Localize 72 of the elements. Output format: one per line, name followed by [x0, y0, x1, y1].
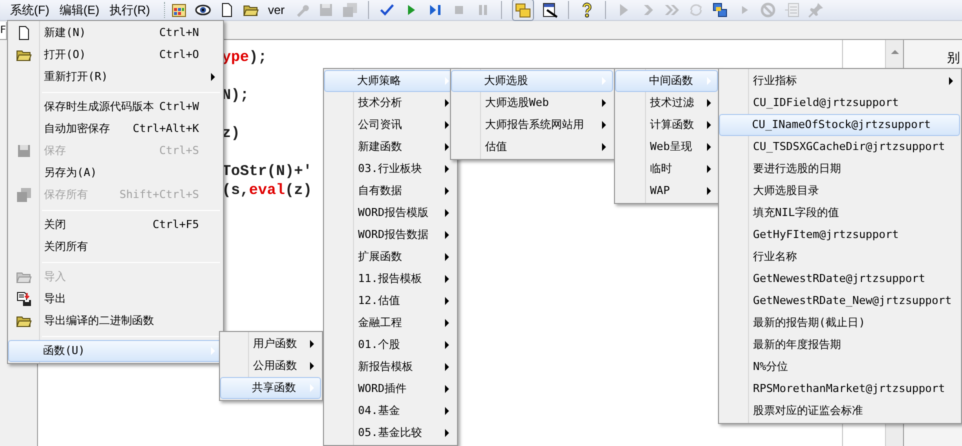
menu-item[interactable]: WORD插件	[325, 378, 456, 400]
menu-item[interactable]: 扩展函数	[325, 246, 456, 268]
menu-item[interactable]: 行业指标	[720, 70, 960, 92]
menu-item[interactable]: CU_IDField@jrtzsupport	[720, 92, 960, 114]
menu-item[interactable]: 大师选股目录	[720, 180, 960, 202]
menu-item[interactable]: 新建(N) Ctrl+N	[9, 22, 222, 44]
menu-item[interactable]: 中间函数	[615, 70, 718, 92]
menu-item[interactable]: N%分位	[720, 356, 960, 378]
menu-item[interactable]: 关闭所有	[9, 236, 222, 258]
editor-tab[interactable]: F	[0, 22, 8, 38]
menu-item[interactable]: 05.基金比较	[325, 422, 456, 444]
menu-item[interactable]: 导出编译的二进制函数	[9, 310, 222, 332]
menu-item[interactable]: Web呈现	[616, 136, 718, 158]
panel-header: 别	[947, 49, 960, 64]
disks-icon	[16, 187, 32, 203]
check-icon[interactable]	[378, 2, 395, 18]
menu-item[interactable]: 金融工程	[325, 312, 456, 334]
menu-item[interactable]: 11.报告模板	[325, 268, 456, 290]
menu-item[interactable]: 自动加密保存 Ctrl+Alt+K	[9, 118, 222, 140]
menu-item[interactable]: CU_INameOfStock@jrtzsupport	[719, 114, 960, 136]
menu-item[interactable]: 估值	[452, 136, 613, 158]
picture-icon[interactable]	[542, 2, 558, 18]
menu-item[interactable]: 用户函数	[221, 333, 321, 355]
menu-item[interactable]: CU_TSDSXGCacheDir@jrtzsupport	[720, 136, 960, 158]
menu-item[interactable]: 重新打开(R)	[9, 66, 222, 88]
menu-item[interactable]: WORD报告数据	[325, 224, 456, 246]
menu-item[interactable]: 行业名称	[720, 246, 960, 268]
menu-item[interactable]: 保存时生成源代码版本 Ctrl+W	[9, 96, 222, 118]
menu-item[interactable]: 关闭 Ctrl+F5	[9, 214, 222, 236]
code-line: ToStr(N)+'	[222, 163, 312, 180]
menu-item[interactable]: 最新的年度报告期	[720, 334, 960, 356]
menu-item[interactable]: 03.行业板块	[325, 158, 456, 180]
menu-item[interactable]: WORD报告模版	[325, 202, 456, 224]
menu-item[interactable]: WAP	[616, 180, 718, 202]
menu-item[interactable]: 04.基金	[325, 400, 456, 422]
menu-bar-item[interactable]: 系统(F)	[8, 0, 52, 20]
menu-item[interactable]: 12.估值	[325, 290, 456, 312]
menu-item[interactable]: 大师选股Web	[452, 92, 613, 114]
menu-item[interactable]: 共享函数	[220, 377, 321, 399]
document-icon[interactable]	[219, 2, 235, 18]
eye-icon[interactable]	[195, 2, 211, 18]
menu-item[interactable]: 填充NIL字段的值	[720, 202, 960, 224]
grid-icon[interactable]	[171, 2, 187, 18]
menu-item[interactable]: 要进行选股的日期	[720, 158, 960, 180]
code-line: (s,eval(z)	[222, 182, 312, 199]
menu-item[interactable]: 大师报告系统网站用	[452, 114, 613, 136]
code-line: ype);	[222, 49, 268, 66]
menu-item[interactable]: 导出	[9, 288, 222, 310]
menu-item[interactable]: 自有数据	[325, 180, 456, 202]
menu-item[interactable]: 技术过滤	[616, 92, 718, 114]
code-line: z)	[222, 125, 240, 142]
menu-item[interactable]: RPSMorethanMarket@jrtzsupport	[720, 378, 960, 400]
menu-item[interactable]: GetHyFItem@jrtzsupport	[720, 224, 960, 246]
menu-item[interactable]: 临时	[616, 158, 718, 180]
menu-item[interactable]: 股票对应的证监会标准	[720, 400, 960, 422]
menu-item[interactable]: 打开(O) Ctrl+O	[9, 44, 222, 66]
menu-item[interactable]: 函数(U)	[8, 340, 222, 362]
menu-item[interactable]: 最新的报告期(截止日)	[720, 312, 960, 334]
menu-item[interactable]: 01.个股	[325, 334, 456, 356]
menu-bar-item[interactable]: 编辑(E)	[57, 0, 102, 20]
scroll-up-icon[interactable]	[890, 48, 900, 56]
menu-bar-item[interactable]: 执行(R)	[107, 0, 152, 20]
menu-item[interactable]: GetNewestRDate_New@jrtzsupport	[720, 290, 960, 312]
export-icon	[16, 291, 32, 307]
toolbar-button[interactable]: ver	[267, 1, 286, 19]
menu-item[interactable]: 新报告模板	[325, 356, 456, 378]
windows-icon[interactable]	[712, 2, 728, 18]
menu-item[interactable]: 大师选股	[451, 70, 613, 92]
menu-item[interactable]: GetNewestRDate@jrtzsupport	[720, 268, 960, 290]
menu-item[interactable]: 计算函数	[616, 114, 718, 136]
menu-item[interactable]: 公用函数	[221, 355, 321, 377]
menu-item[interactable]: 另存为(A)	[9, 162, 222, 184]
